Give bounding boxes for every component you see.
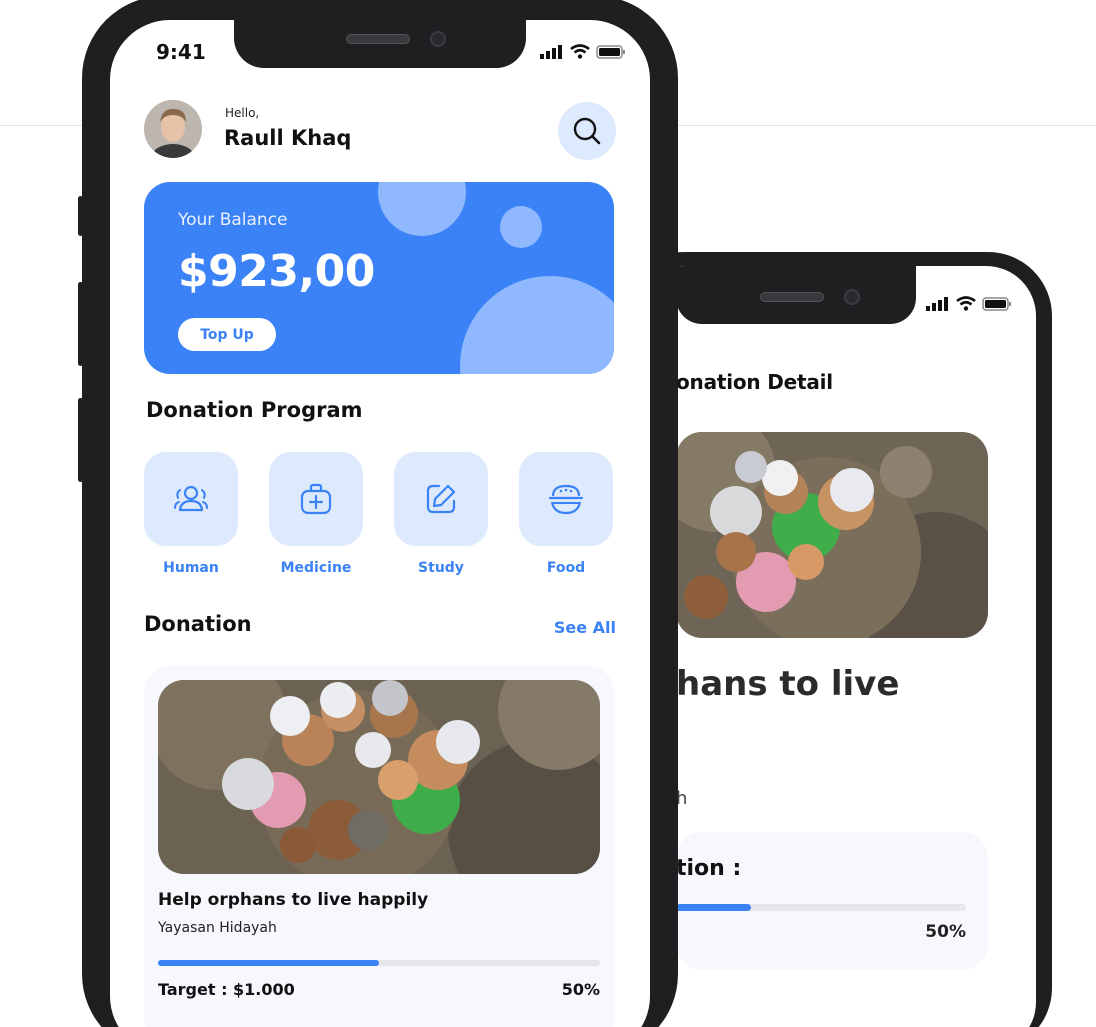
home-phone: 9:41 Hello, Raull Khaq Your Balance $923… bbox=[78, 0, 678, 1027]
donation-name: Help orphans to live happily bbox=[158, 890, 429, 910]
status-time: 9:41 bbox=[156, 40, 206, 64]
detail-progress-fill bbox=[676, 904, 752, 911]
category-food[interactable]: Food bbox=[519, 452, 613, 576]
status-icons bbox=[540, 44, 626, 59]
phone-side-button bbox=[78, 282, 83, 366]
signal-icon bbox=[540, 44, 562, 59]
search-button[interactable] bbox=[558, 102, 616, 160]
edit-icon bbox=[426, 484, 456, 514]
donation-progress-fill bbox=[158, 960, 379, 966]
signal-icon bbox=[926, 296, 948, 311]
phone-side-button bbox=[78, 398, 83, 482]
donation-org: Yayasan Hidayah bbox=[158, 920, 277, 936]
category-study[interactable]: Study bbox=[394, 452, 488, 576]
detail-donation-card: tion : 50% bbox=[676, 832, 988, 970]
category-tile bbox=[144, 452, 238, 546]
balance-card: Your Balance $923,00 Top Up bbox=[144, 182, 614, 374]
speaker-grille bbox=[346, 34, 410, 44]
detail-campaign-title: hans to live bbox=[676, 664, 900, 704]
donation-progress-track bbox=[158, 960, 600, 966]
wifi-icon bbox=[956, 296, 976, 311]
detail-screen: onation Detail hans to live h tion: 50% bbox=[636, 266, 1036, 1027]
decorative-bubble bbox=[378, 182, 466, 236]
search-icon bbox=[573, 117, 601, 145]
decorative-bubble bbox=[460, 276, 614, 374]
balance-label: Your Balance bbox=[178, 210, 288, 230]
category-tile bbox=[269, 452, 363, 546]
category-tile bbox=[519, 452, 613, 546]
avatar[interactable] bbox=[144, 100, 202, 158]
detail-photo bbox=[676, 432, 988, 638]
detail-progress-track bbox=[676, 904, 966, 911]
balance-amount: $923,00 bbox=[178, 246, 375, 297]
detail-donation-label: tion : bbox=[676, 856, 742, 881]
category-tile bbox=[394, 452, 488, 546]
phone-notch bbox=[234, 20, 526, 68]
donation-title: Donation bbox=[144, 612, 252, 636]
battery-icon bbox=[596, 44, 625, 59]
category-label: Medicine bbox=[280, 560, 352, 576]
battery-icon bbox=[982, 296, 1011, 311]
people-icon bbox=[174, 485, 208, 512]
detail-phone: onation Detail hans to live h tion: 50% bbox=[620, 252, 1052, 1027]
food-bowl-icon bbox=[548, 484, 584, 515]
category-label: Human bbox=[163, 560, 219, 576]
see-all-link[interactable]: See All bbox=[554, 618, 616, 637]
home-screen: 9:41 Hello, Raull Khaq Your Balance $923… bbox=[110, 20, 650, 1027]
medical-kit-icon bbox=[300, 483, 332, 515]
status-icons bbox=[926, 296, 1012, 311]
donation-photo bbox=[158, 680, 600, 874]
speaker-grille bbox=[760, 292, 824, 302]
user-name: Raull Khaq bbox=[224, 126, 352, 150]
greeting: Hello, bbox=[225, 106, 260, 120]
category-medicine[interactable]: Medicine bbox=[269, 452, 363, 576]
front-camera bbox=[430, 31, 446, 47]
phone-notch bbox=[676, 266, 916, 324]
donation-target: Target : $1.000 bbox=[158, 980, 295, 999]
category-label: Food bbox=[546, 560, 586, 576]
front-camera bbox=[844, 289, 860, 305]
top-up-button[interactable]: Top Up bbox=[178, 318, 276, 351]
detail-title: onation Detail bbox=[676, 370, 833, 394]
wifi-icon bbox=[570, 44, 590, 59]
donation-program-title: Donation Program bbox=[146, 398, 363, 422]
donation-card[interactable]: Help orphans to live happily Yayasan Hid… bbox=[144, 666, 614, 1027]
category-human[interactable]: Human bbox=[144, 452, 238, 576]
donation-percent: 50% bbox=[561, 980, 600, 999]
detail-progress-percent: 50% bbox=[925, 922, 966, 942]
category-label: Study bbox=[418, 560, 464, 576]
phone-side-button bbox=[78, 196, 83, 236]
decorative-bubble bbox=[500, 206, 542, 248]
